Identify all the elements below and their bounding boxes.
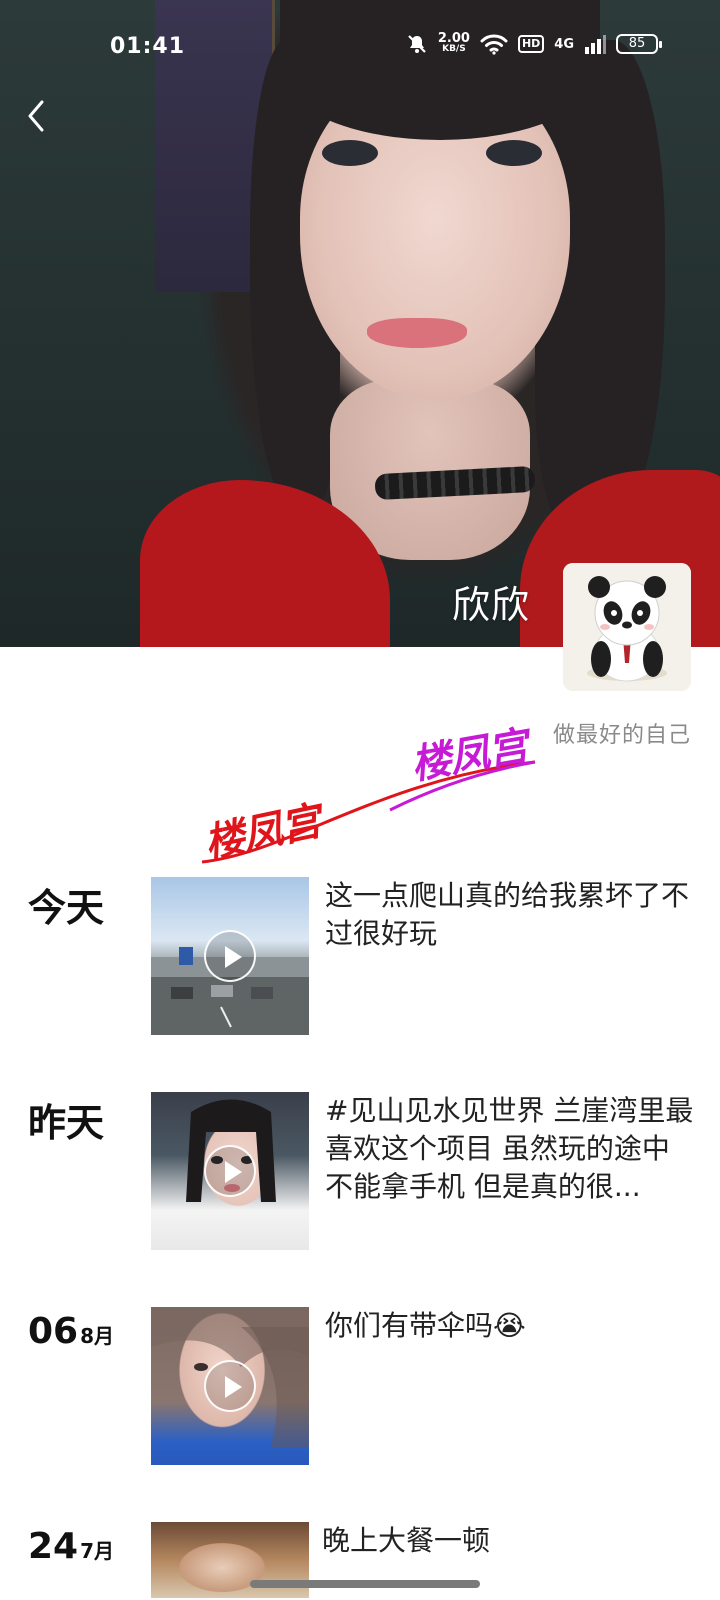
feed-date-month: 7月 [80, 1539, 115, 1563]
feed-item[interactable]: 06 8月 你们有带伞吗😭 [0, 1307, 720, 1467]
eye-left [322, 140, 378, 166]
feed-date: 昨天 [28, 1101, 105, 1145]
feed-caption: 你们有带伞吗😭 [325, 1309, 526, 1342]
play-icon [204, 1360, 256, 1412]
net-speed-value: 2.00 [437, 31, 470, 46]
feed-item[interactable]: 昨天 #见山见水见世界 兰崖湾里最喜欢这个项目 虽然玩的途中不能拿手机 但是真的… [0, 1092, 720, 1252]
feed-date: 24 7月 [28, 1526, 114, 1567]
network-type: 4G [554, 36, 574, 52]
feed-date: 06 8月 [28, 1311, 114, 1352]
mute-bell-icon [408, 35, 426, 53]
profile-name: 欣欣 [451, 583, 530, 627]
signal-bars-icon [585, 35, 606, 54]
feed-caption: #见山见水见世界 兰崖湾里最喜欢这个项目 虽然玩的途中不能拿手机 但是真的很..… [325, 1094, 694, 1203]
hd-badge: HD [517, 35, 545, 53]
play-icon [204, 1145, 256, 1197]
feed-thumbnail[interactable] [151, 877, 309, 1035]
profile-signature: 做最好的自己 [552, 723, 691, 748]
feed-date-day: 06 [28, 1311, 79, 1352]
wifi-icon [480, 34, 508, 55]
feed-thumbnail[interactable] [151, 1307, 309, 1465]
back-chevron-icon [28, 100, 44, 132]
cover-photo[interactable] [0, 0, 720, 647]
battery-icon: 85 [616, 34, 662, 54]
avatar[interactable] [563, 563, 691, 691]
net-speed: 2.00 KB/S [437, 31, 470, 55]
status-bar: 01:41 2.00 KB/S HD 4G 85 [0, 0, 720, 96]
feed-caption: 这一点爬山真的给我累坏了不过很好玩 [325, 879, 690, 950]
home-indicator[interactable] [250, 1580, 480, 1588]
lips [367, 318, 467, 348]
status-icons: 2.00 KB/S HD 4G 85 [406, 31, 662, 55]
panda-avatar-image [563, 563, 691, 691]
status-time: 01:41 [110, 34, 186, 59]
back-button[interactable] [22, 96, 52, 136]
net-speed-unit: KB/S [442, 44, 466, 54]
feed-date: 今天 [28, 886, 105, 930]
feed-thumbnail[interactable] [151, 1092, 309, 1250]
feed-date-day: 24 [28, 1526, 79, 1567]
feed-caption: 晚上大餐一顿 [322, 1524, 491, 1557]
feed-item[interactable]: 今天 这一点爬山真的给我累坏了不过很好玩 [0, 877, 720, 1037]
feed-date-month: 8月 [80, 1324, 115, 1348]
feed-item[interactable]: 24 7月 晚上大餐一顿 [0, 1522, 720, 1600]
play-icon [204, 930, 256, 982]
eye-right [486, 140, 542, 166]
